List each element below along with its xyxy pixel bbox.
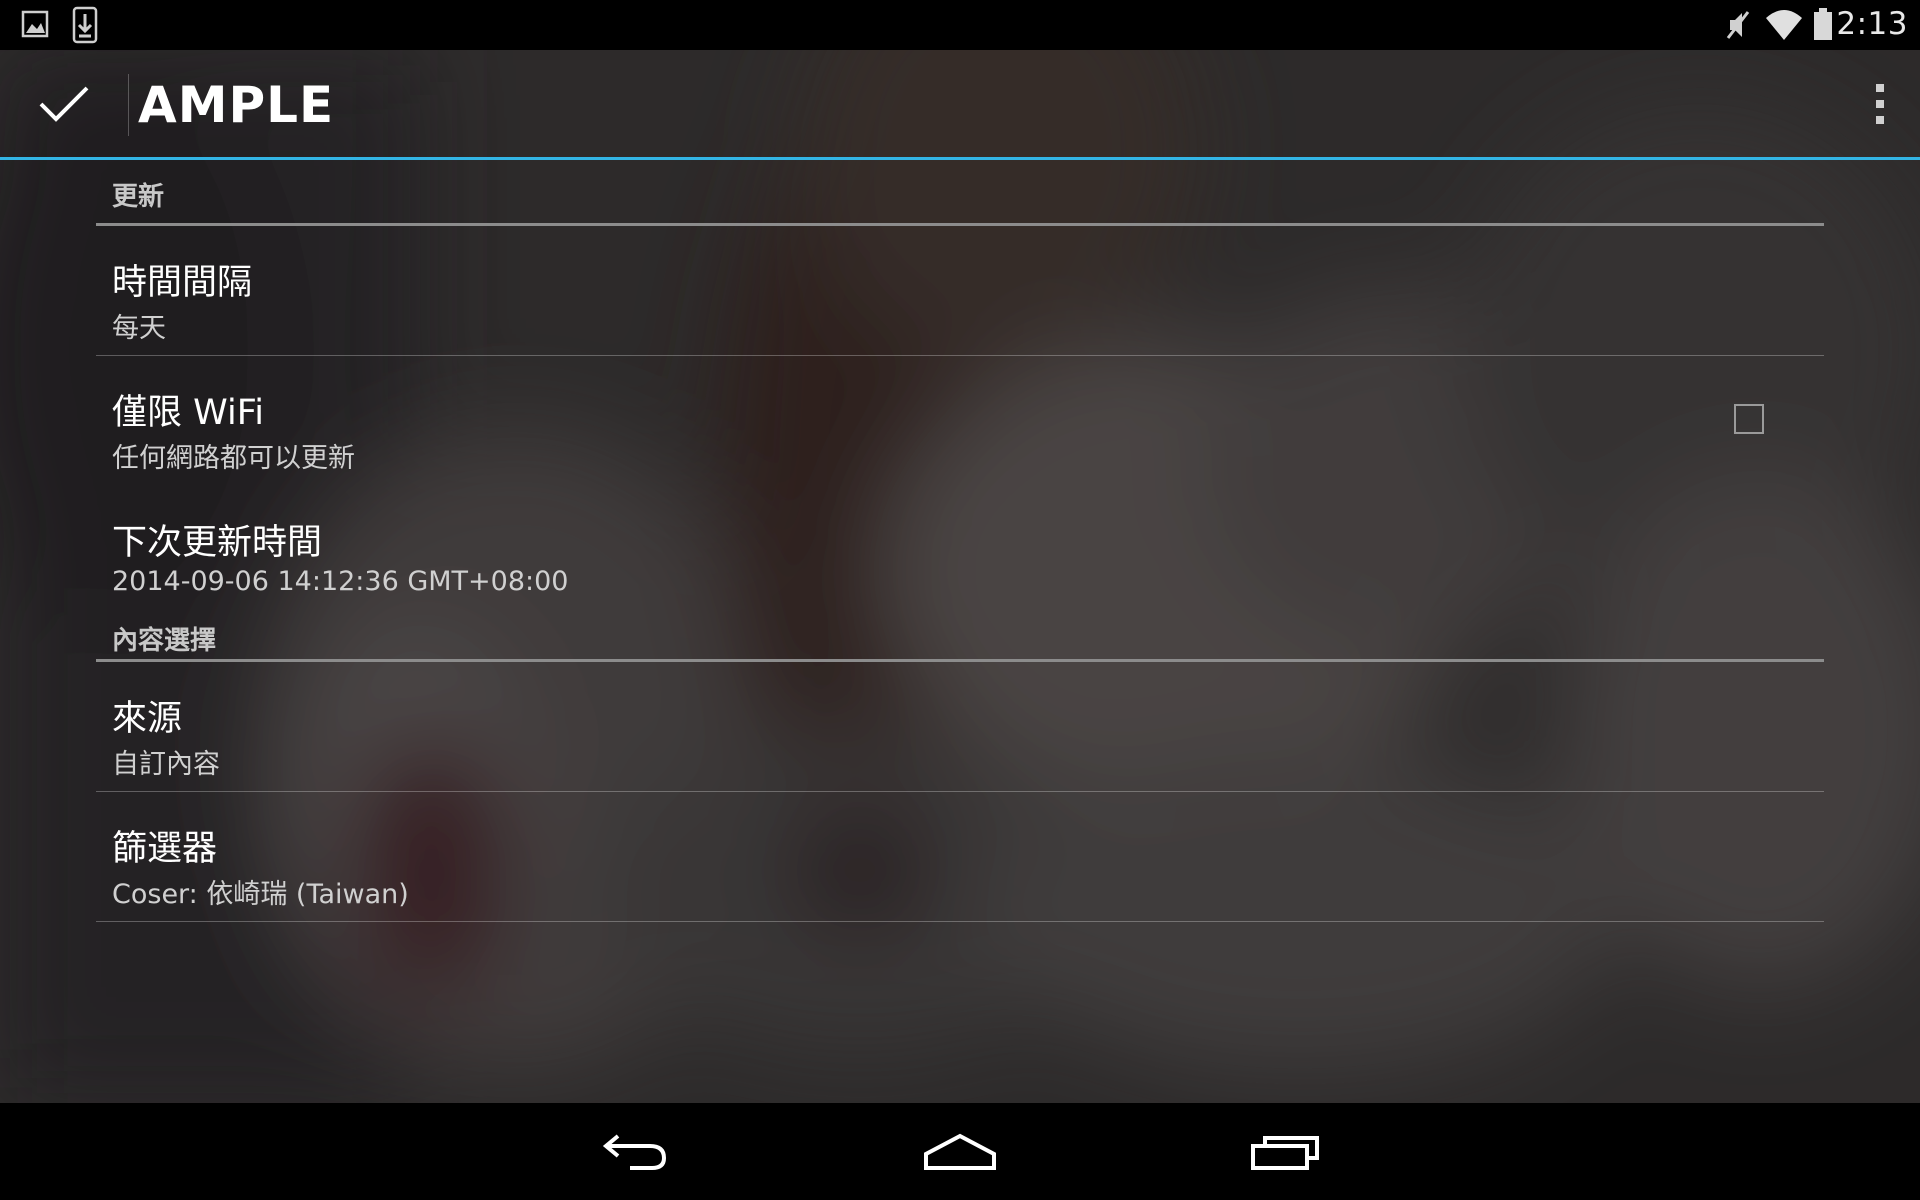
pref-next-update[interactable]: 下次更新時間 2014-09-06 14:12:36 GMT+08:00 [96,486,1824,616]
gallery-notification-icon [21,10,49,38]
recents-button[interactable] [1205,1103,1365,1200]
app-title: AMPLE [138,76,335,134]
wifi-only-checkbox[interactable] [1734,404,1764,434]
category-update: 更新 [96,160,1824,226]
done-button[interactable] [0,50,128,158]
pref-summary: 任何網路都可以更新 [112,443,355,474]
pref-title: 時間間隔 [112,263,253,303]
home-icon [924,1133,996,1170]
list-divider [96,921,1824,922]
pref-summary: Coser: 依崎瑞 (Taiwan) [112,879,409,910]
category-title: 更新 [112,182,165,212]
status-clock: 2:13 [1836,6,1908,42]
recents-icon [1251,1135,1319,1170]
pref-filter[interactable]: 篩選器 Coser: 依崎瑞 (Taiwan) [96,792,1824,922]
pref-title: 下次更新時間 [112,523,323,563]
action-bar-divider [128,74,129,136]
mute-icon [1726,11,1750,39]
pref-interval[interactable]: 時間間隔 每天 [96,226,1824,356]
back-button[interactable] [555,1103,715,1200]
battery-icon [1814,8,1832,40]
pref-summary: 自訂內容 [112,749,220,780]
preference-list: 更新 時間間隔 每天 僅限 WiFi 任何網路都可以更新 下次更新時間 2014… [96,160,1824,922]
check-icon [39,86,89,122]
status-bar: 2:13 [0,0,1920,50]
download-notification-icon [72,6,98,44]
category-title: 內容選擇 [112,626,217,656]
pref-title: 篩選器 [112,829,218,869]
overflow-menu-icon [1876,84,1884,124]
pref-summary: 每天 [112,313,166,344]
wifi-icon [1766,10,1802,40]
pref-wifi-only[interactable]: 僅限 WiFi 任何網路都可以更新 [96,356,1824,486]
overflow-menu-button[interactable] [1840,50,1920,158]
pref-title: 來源 [112,699,183,739]
navigation-bar [0,1103,1920,1200]
pref-title: 僅限 WiFi [112,393,264,433]
pref-summary: 2014-09-06 14:12:36 GMT+08:00 [112,566,569,597]
home-button[interactable] [880,1103,1040,1200]
screen: 2:13 AMPLE 更新 時間間隔 每天 僅限 WiFi 任何網路都可以更新 [0,0,1920,1200]
pref-source[interactable]: 來源 自訂內容 [96,662,1824,792]
back-icon [602,1133,667,1170]
